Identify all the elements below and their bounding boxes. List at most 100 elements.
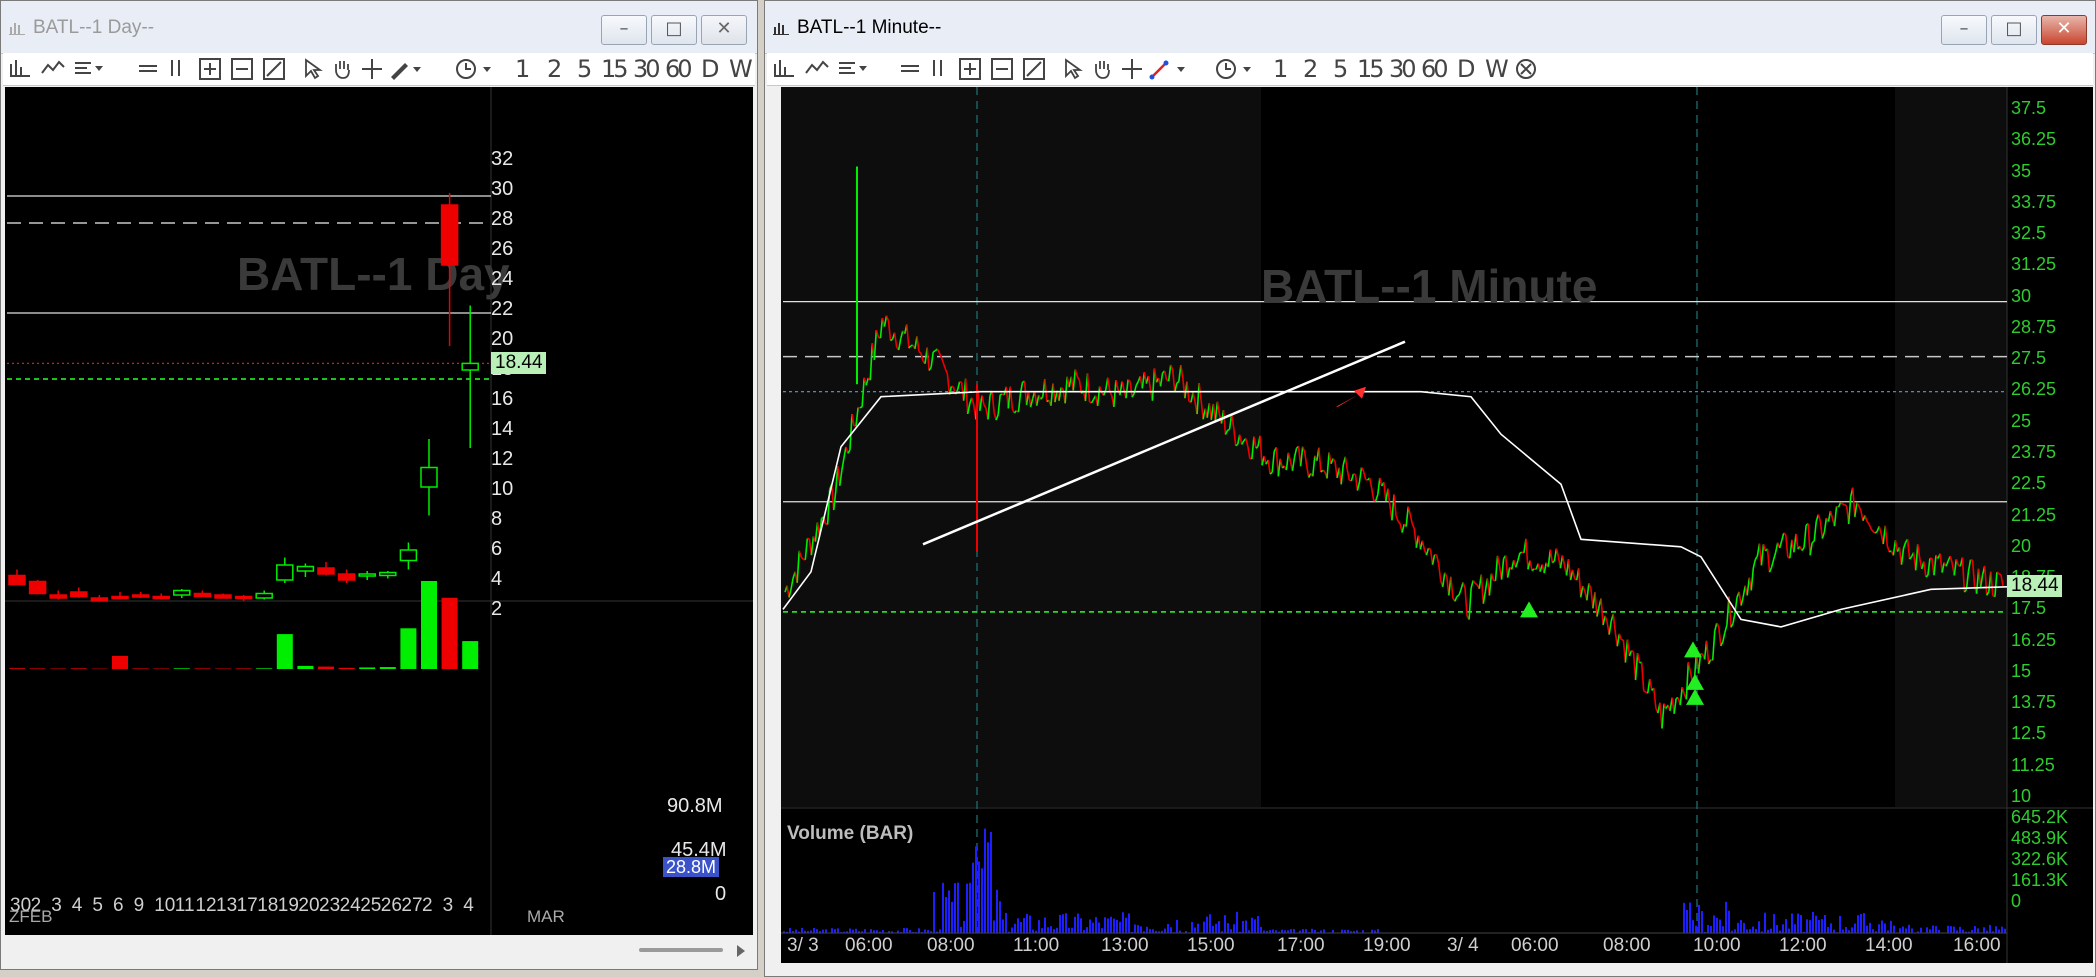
line-chart-icon[interactable] (41, 58, 65, 78)
minute-volume-bar (948, 890, 950, 933)
pointer-icon[interactable] (303, 58, 323, 80)
maximize-button[interactable]: □ (1991, 15, 2037, 45)
minute-volume-bar (1071, 927, 1073, 933)
period-30-button[interactable]: 30 (633, 55, 660, 83)
line-chart-icon[interactable] (805, 58, 829, 78)
minute-time-label: 19:00 (1363, 935, 1411, 956)
minute-volume-bar (1050, 926, 1052, 933)
pointer-icon[interactable] (1063, 58, 1083, 80)
minute-volume-bar (1752, 926, 1754, 933)
minute-volume-bar (1080, 918, 1082, 933)
period-30-button[interactable]: 30 (1389, 55, 1416, 83)
zoom-out-icon[interactable] (231, 58, 255, 80)
period-2-button[interactable]: 2 (1303, 55, 1318, 83)
period-w-button[interactable]: W (1485, 55, 1509, 83)
minimize-button[interactable]: – (601, 15, 647, 45)
draw-tool-icon[interactable] (389, 58, 423, 80)
minute-volume-bar (855, 928, 857, 933)
daily-chart-area[interactable]: BATL--1 Day 3230282624222018161412108642… (5, 87, 753, 935)
daily-scroll-thumb[interactable] (639, 948, 723, 952)
vertical-lines-icon[interactable] (929, 58, 947, 78)
minute-volume-bar (1899, 928, 1901, 933)
zoom-fit-icon[interactable] (1023, 58, 1049, 80)
minute-volume-bar (945, 896, 947, 933)
daily-title-bar[interactable]: BATL--1 Day-- – □ ✕ (1, 1, 757, 54)
minute-volume-bar (834, 929, 836, 933)
minute-price-chart[interactable] (781, 87, 2093, 963)
crosshair-icon[interactable] (361, 58, 383, 80)
minute-volume-bar (1053, 929, 1055, 933)
daily-volume-bar (173, 668, 190, 669)
period-60-button[interactable]: 60 (1421, 55, 1448, 83)
crosshair-icon[interactable] (1121, 58, 1143, 80)
period-15-button[interactable]: 15 (601, 55, 628, 83)
chart-app-icon (773, 23, 789, 35)
zoom-out-icon[interactable] (991, 58, 1015, 80)
period-2-button[interactable]: 2 (547, 55, 562, 83)
minute-volume-bar (1005, 912, 1007, 933)
minute-volume-bar (1881, 920, 1883, 933)
minute-volume-bar (1020, 922, 1022, 933)
daily-candle-body (131, 594, 150, 598)
time-interval-icon[interactable] (455, 58, 495, 80)
minute-volume-bar (1254, 919, 1256, 933)
period-5-button[interactable]: 5 (577, 55, 592, 83)
horizontal-lines-icon[interactable] (137, 58, 159, 78)
time-interval-icon[interactable] (1215, 58, 1255, 80)
minute-chart-area[interactable]: BATL--1 Minute 37.5 36.25 35 33.75 32.5 31.25… (781, 87, 2093, 963)
period-d-button[interactable]: D (1457, 55, 1475, 83)
minute-volume-bar (1104, 917, 1106, 933)
close-chart-icon[interactable] (1515, 58, 1539, 80)
minute-price-axis-label: 17.5 (2011, 598, 2047, 619)
period-5-button[interactable]: 5 (1333, 55, 1348, 83)
minute-volume-bar (1197, 923, 1199, 933)
minute-volume-bar (1722, 926, 1724, 933)
close-button[interactable]: ✕ (2041, 15, 2087, 45)
period-1-button[interactable]: 1 (515, 55, 530, 83)
daily-price-axis-label: 8 (491, 508, 503, 530)
vertical-lines-icon[interactable] (167, 58, 185, 78)
minute-volume-bar (1272, 929, 1274, 933)
period-1-button[interactable]: 1 (1273, 55, 1288, 83)
period-d-button[interactable]: D (701, 55, 719, 83)
minute-price-tag: 18.44 (2007, 574, 2062, 597)
minute-volume-bar (1818, 920, 1820, 933)
zoom-in-icon[interactable] (199, 58, 223, 80)
minute-volume-bar (1137, 925, 1139, 933)
study-menu-icon[interactable] (837, 58, 867, 78)
zoom-in-icon[interactable] (959, 58, 983, 80)
minute-volume-bar (1794, 924, 1796, 933)
minute-volume-bar (1905, 928, 1907, 933)
minute-title-bar[interactable]: BATL--1 Minute-- – □ ✕ (765, 1, 2095, 54)
scroll-right-icon[interactable] (735, 943, 747, 959)
hand-pan-icon[interactable] (331, 58, 353, 80)
daily-price-chart[interactable] (5, 87, 753, 935)
minute-time-label: 14:00 (1865, 935, 1913, 956)
maximize-button[interactable]: □ (651, 15, 697, 45)
minimize-button[interactable]: – (1941, 15, 1987, 45)
minute-price-segment (1519, 551, 1523, 554)
minute-volume-bar (1116, 919, 1118, 933)
hand-pan-icon[interactable] (1091, 58, 1113, 80)
bar-chart-icon[interactable] (773, 58, 795, 78)
minute-volume-bar (1869, 922, 1871, 933)
minute-watermark: BATL--1 Minute (1261, 260, 1598, 312)
minute-volume-bar (1695, 925, 1697, 933)
minute-volume-bar (1098, 922, 1100, 933)
horizontal-lines-icon[interactable] (899, 58, 921, 78)
daily-scrollbar[interactable] (5, 935, 753, 967)
daily-date-label: 19 (277, 895, 299, 916)
period-w-button[interactable]: W (729, 55, 753, 83)
minute-price-axis-label: 13.75 (2011, 692, 2057, 713)
trendline-tool-icon[interactable] (1149, 58, 1189, 80)
close-button[interactable]: ✕ (701, 15, 747, 45)
study-menu-icon[interactable] (73, 58, 103, 78)
minute-volume-bar (1260, 926, 1262, 933)
zoom-fit-icon[interactable] (263, 58, 289, 80)
period-15-button[interactable]: 15 (1357, 55, 1384, 83)
bar-chart-icon[interactable] (9, 58, 31, 78)
minute-volume-bar (957, 882, 959, 933)
period-60-button[interactable]: 60 (665, 55, 692, 83)
minute-volume-bar (1959, 926, 1961, 933)
minute-time-label: 11:00 (1013, 935, 1060, 956)
